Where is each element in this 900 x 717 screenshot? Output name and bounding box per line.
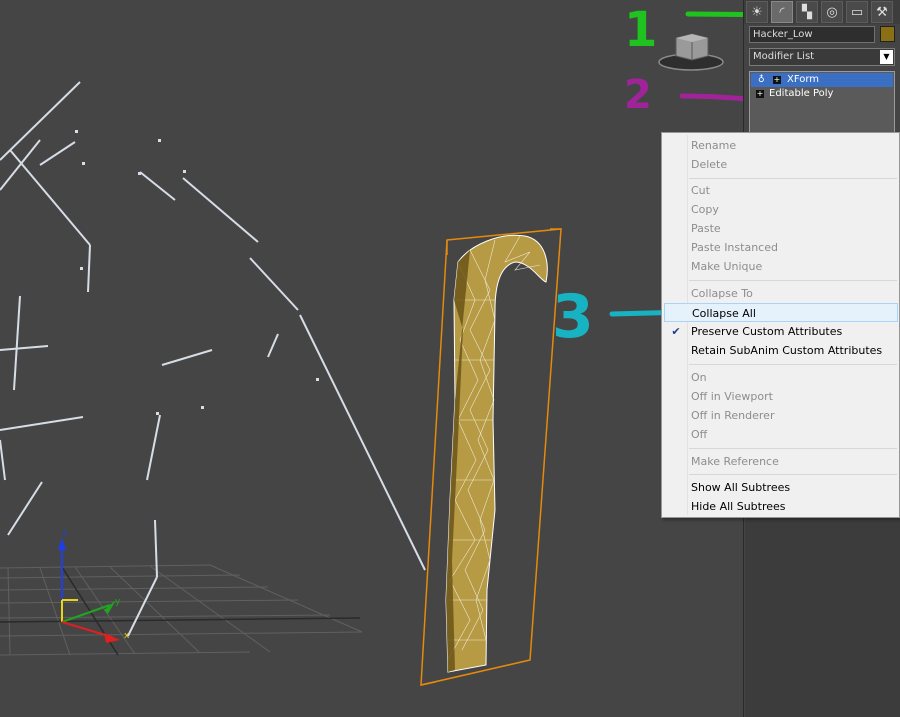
menu-item-paste[interactable]: Paste <box>662 219 899 238</box>
annotation-2: 2 <box>624 72 652 118</box>
checkmark-icon: ✔ <box>671 325 681 338</box>
chevron-down-icon[interactable]: ▼ <box>880 50 893 64</box>
modifier-list-label: Modifier List <box>753 51 815 62</box>
menu-separator <box>689 448 897 449</box>
menu-item-off-in-renderer[interactable]: Off in Renderer <box>662 406 899 425</box>
menu-item-on[interactable]: On <box>662 368 899 387</box>
menu-item-collapse-to[interactable]: Collapse To <box>662 284 899 303</box>
sun-icon[interactable]: ☀ <box>746 1 768 23</box>
expand-plus-icon[interactable]: + <box>773 76 781 84</box>
menu-item-make-reference[interactable]: Make Reference <box>662 452 899 471</box>
menu-item-hide-all-subtrees[interactable]: Hide All Subtrees <box>662 497 899 516</box>
annotation-1: 1 <box>624 2 658 58</box>
menu-item-collapse-all[interactable]: Collapse All <box>664 303 898 322</box>
menu-item-retain-subanim-custom-attributes[interactable]: Retain SubAnim Custom Attributes <box>662 341 899 360</box>
menu-item-show-all-subtrees[interactable]: Show All Subtrees <box>662 478 899 497</box>
command-panel-tabs: ☀ ◜ ▚ ◎ ▭ ⚒ <box>744 0 900 24</box>
menu-separator <box>689 364 897 365</box>
menu-item-delete[interactable]: Delete <box>662 155 899 174</box>
menu-item-copy[interactable]: Copy <box>662 200 899 219</box>
stack-item-label: XForm <box>787 74 820 85</box>
menu-item-off-in-viewport[interactable]: Off in Viewport <box>662 387 899 406</box>
perspective-viewport[interactable]: z y x 1 2 3 <box>0 0 743 717</box>
object-color-swatch[interactable] <box>880 26 895 42</box>
motion-icon[interactable]: ◎ <box>821 1 843 23</box>
modifier-stack-context-menu: Rename Delete Cut Copy Paste Paste Insta… <box>661 132 900 518</box>
transform-gizmo <box>58 538 120 643</box>
stack-item-xform[interactable]: ♁ + XForm <box>751 73 893 87</box>
menu-item-rename[interactable]: Rename <box>662 136 899 155</box>
object-name-field[interactable]: Hacker_Low <box>749 26 875 43</box>
menu-item-make-unique[interactable]: Make Unique <box>662 257 899 276</box>
lightbulb-icon[interactable]: ♁ <box>758 75 767 85</box>
hierarchy-icon[interactable]: ▚ <box>796 1 818 23</box>
menu-separator <box>689 178 897 179</box>
menu-separator <box>689 280 897 281</box>
modifier-list-dropdown[interactable]: Modifier List ▼ <box>749 48 895 66</box>
stack-item-editable-poly[interactable]: + Editable Poly <box>751 87 893 101</box>
gizmo-x-label: x <box>124 631 130 641</box>
modify-arc-icon[interactable]: ◜ <box>771 1 793 23</box>
shard-dots <box>75 130 319 415</box>
menu-item-paste-instanced[interactable]: Paste Instanced <box>662 238 899 257</box>
scattered-shards <box>0 81 426 637</box>
expand-plus-icon[interactable]: + <box>756 90 764 98</box>
menu-item-off[interactable]: Off <box>662 425 899 444</box>
menu-separator <box>689 474 897 475</box>
modifier-stack[interactable]: ♁ + XForm + Editable Poly <box>749 71 895 133</box>
menu-item-cut[interactable]: Cut <box>662 181 899 200</box>
annotation-3: 3 <box>552 282 594 352</box>
home-grid <box>0 564 363 656</box>
stack-item-label: Editable Poly <box>769 88 834 99</box>
display-icon[interactable]: ▭ <box>846 1 868 23</box>
gizmo-z-label: z <box>62 529 67 539</box>
hammer-icon[interactable]: ⚒ <box>871 1 893 23</box>
hacker-mesh <box>445 234 548 673</box>
menu-item-preserve-custom-attributes[interactable]: ✔ Preserve Custom Attributes <box>662 322 899 341</box>
gizmo-y-label: y <box>115 597 121 607</box>
viewcube-icon <box>658 33 724 71</box>
